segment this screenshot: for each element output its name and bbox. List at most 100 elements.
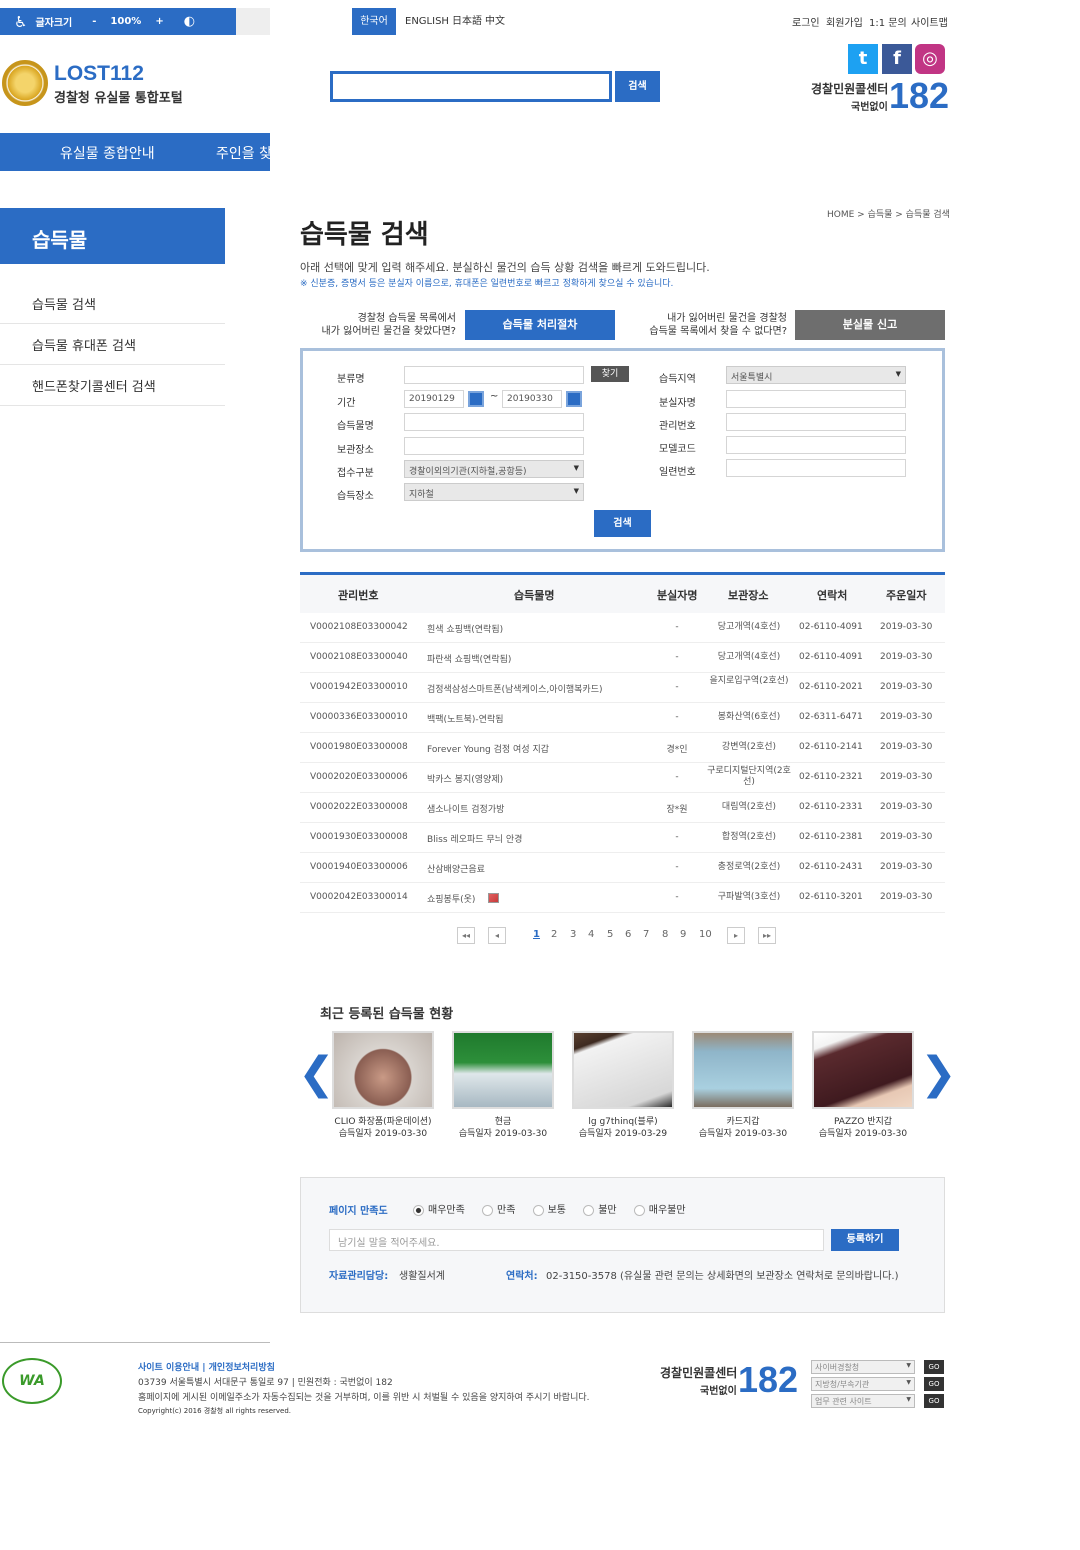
cell-item-name[interactable]: 박카스 봉지(영양제): [427, 772, 503, 785]
cell-item-name[interactable]: 샘소나이트 검정가방: [427, 802, 504, 815]
nav-item-guide[interactable]: 유실물 종합안내: [60, 143, 155, 163]
label-receipt-type: 접수구분: [337, 468, 374, 479]
zoom-out-button[interactable]: -: [92, 16, 96, 27]
related-sites-select[interactable]: 업무 관련 사이트: [811, 1394, 915, 1408]
table-row[interactable]: V0002020E03300006 박카스 봉지(영양제) - 구로디지털단지역(2호…: [300, 763, 945, 793]
radio-neutral[interactable]: 보통: [532, 1204, 566, 1216]
page-next-button[interactable]: ▸: [727, 927, 745, 944]
page-number[interactable]: 5: [607, 929, 613, 940]
fontsize-label: 글자크기: [35, 18, 73, 29]
page-number[interactable]: 6: [625, 929, 631, 940]
login-link[interactable]: 로그인: [792, 14, 820, 29]
owner-name-input[interactable]: [726, 390, 906, 408]
found-place-select[interactable]: 지하철: [404, 483, 584, 501]
manage-no-input[interactable]: [726, 413, 906, 431]
page-number[interactable]: 1: [533, 929, 540, 940]
wa-certification-logo[interactable]: WA: [2, 1358, 62, 1404]
thumbnail-card-wallet[interactable]: [692, 1031, 794, 1109]
radio-satisfied[interactable]: 만족: [482, 1204, 515, 1216]
carousel-prev-icon[interactable]: ❮: [298, 1048, 335, 1099]
go-button[interactable]: GO: [924, 1377, 944, 1391]
cell-item-name[interactable]: 흰색 쇼핑백(연락됨): [427, 622, 503, 635]
submit-comment-button[interactable]: 등록하기: [831, 1229, 899, 1251]
contrast-icon[interactable]: ◐: [184, 14, 195, 29]
date-from-input[interactable]: 20190129: [404, 390, 464, 408]
thumbnail-wallet[interactable]: [812, 1031, 914, 1109]
page-last-button[interactable]: ▸▸: [758, 927, 776, 944]
nav-item-find-owner[interactable]: 주인을 찾: [216, 143, 270, 163]
model-code-input[interactable]: [726, 436, 906, 454]
item-name-input[interactable]: [404, 413, 584, 431]
radio-unsatisfied[interactable]: 불만: [583, 1204, 617, 1216]
page-number[interactable]: 2: [551, 929, 557, 940]
cell-item-name[interactable]: 산삼배양근음료: [427, 862, 485, 875]
lang-korean[interactable]: 한국어: [352, 8, 396, 35]
radio-very-unsatisfied[interactable]: 매우불만: [633, 1204, 686, 1216]
facebook-icon[interactable]: f: [882, 44, 912, 74]
signup-link[interactable]: 회원가입: [826, 14, 863, 29]
procedure-button[interactable]: 습득물 처리절차: [465, 310, 615, 340]
cyber-police-select[interactable]: 사이버경찰청: [811, 1360, 915, 1374]
logo-subtitle[interactable]: 경찰청 유실물 통합포털: [54, 87, 183, 106]
police-emblem-icon[interactable]: [2, 60, 48, 106]
receipt-type-select[interactable]: 경찰이외의기관(지하철,공항등): [404, 460, 584, 478]
sidebar-item-found-search[interactable]: 습득물 검색: [0, 283, 225, 324]
cell-item-name[interactable]: Forever Young 검정 여성 지갑: [427, 742, 549, 755]
page-first-button[interactable]: ◂◂: [457, 927, 475, 944]
page-number[interactable]: 4: [588, 929, 594, 940]
inquiry-link[interactable]: 1:1 문의: [869, 14, 907, 29]
sidebar-item-callcenter-search[interactable]: 핸드폰찾기콜센터 검색: [0, 365, 225, 406]
thumbnail-cash[interactable]: [452, 1031, 554, 1109]
table-row[interactable]: V0000336E03300010 백팩(노트북)-연락됨 - 봉화산역(6호선) 02…: [300, 703, 945, 733]
lang-chinese[interactable]: 中文: [479, 8, 511, 35]
region-select[interactable]: 서울특별시: [726, 366, 906, 384]
sitemap-link[interactable]: 사이트맵: [911, 14, 948, 29]
report-lost-button[interactable]: 분실물 신고: [795, 310, 945, 340]
table-row[interactable]: V0001980E03300008 Forever Young 검정 여성 지갑 경…: [300, 733, 945, 763]
radio-very-satisfied[interactable]: 매우만족: [413, 1204, 465, 1216]
table-row[interactable]: V0002108E03300040 파란색 쇼핑백(연락됨) - 당고개역(4호선) 0…: [300, 643, 945, 673]
storage-input[interactable]: [404, 437, 584, 455]
carousel-next-icon[interactable]: ❯: [920, 1048, 957, 1099]
category-input[interactable]: [404, 366, 584, 384]
table-row[interactable]: V0002108E03300042 흰색 쇼핑백(연락됨) - 당고개역(4호선) 02…: [300, 613, 945, 643]
instagram-icon[interactable]: ◎: [915, 44, 945, 74]
cell-item-name[interactable]: 파란색 쇼핑백(연락됨): [427, 652, 511, 665]
search-input[interactable]: [330, 71, 612, 102]
table-row[interactable]: V0001930E03300008 Bliss 레오파드 무늬 안경 - 합정역(2호…: [300, 823, 945, 853]
search-button[interactable]: 검색: [615, 71, 660, 102]
page-number[interactable]: 3: [570, 929, 576, 940]
calendar-icon[interactable]: [566, 391, 582, 407]
cell-item-name[interactable]: 백팩(노트북)-연락됨: [427, 712, 504, 725]
logo-title[interactable]: LOST112: [54, 62, 144, 86]
date-to-input[interactable]: 20190330: [502, 390, 562, 408]
table-row[interactable]: V0001940E03300006 산삼배양근음료 - 충정로역(2호선) 02-611…: [300, 853, 945, 883]
photo-icon[interactable]: [488, 893, 499, 903]
twitter-icon[interactable]: t: [848, 44, 878, 74]
cell-contact: 02-6110-3201: [799, 892, 863, 902]
page-number[interactable]: 10: [699, 929, 712, 940]
thumbnail-cosmetic[interactable]: [332, 1031, 434, 1109]
sidebar-item-phone-search[interactable]: 습득물 휴대폰 검색: [0, 324, 225, 365]
table-row[interactable]: V0002042E03300014 쇼핑봉투(옷) - 구파발역(3호선) 02-611…: [300, 883, 945, 913]
table-row[interactable]: V0002022E03300008 샘소나이트 검정가방 장*원 대림역(2호선) 02…: [300, 793, 945, 823]
table-row[interactable]: V0001942E03300010 검정색삼성스마트폰(남색케이스,아이행복카드)…: [300, 673, 945, 703]
comment-input[interactable]: 남기실 말을 적어주세요.: [329, 1229, 824, 1251]
serial-no-input[interactable]: [726, 459, 906, 477]
cell-item-name[interactable]: 검정색삼성스마트폰(남색케이스,아이행복카드): [427, 682, 603, 695]
zoom-in-button[interactable]: +: [155, 16, 163, 27]
cell-item-name[interactable]: Bliss 레오파드 무늬 안경: [427, 832, 522, 845]
go-button[interactable]: GO: [924, 1360, 944, 1374]
page-number[interactable]: 7: [643, 929, 649, 940]
find-category-button[interactable]: 찾기: [591, 366, 629, 382]
page-number[interactable]: 9: [680, 929, 686, 940]
footer-links[interactable]: 사이트 이용안내 | 개인정보처리방침: [138, 1360, 275, 1373]
page-prev-button[interactable]: ◂: [488, 927, 506, 944]
form-search-button[interactable]: 검색: [594, 510, 651, 537]
page-number[interactable]: 8: [662, 929, 668, 940]
cell-item-name[interactable]: 쇼핑봉투(옷): [427, 892, 475, 905]
agency-select[interactable]: 지방청/부속기관: [811, 1377, 915, 1391]
go-button[interactable]: GO: [924, 1394, 944, 1408]
thumbnail-phone[interactable]: [572, 1031, 674, 1109]
calendar-icon[interactable]: [468, 391, 484, 407]
